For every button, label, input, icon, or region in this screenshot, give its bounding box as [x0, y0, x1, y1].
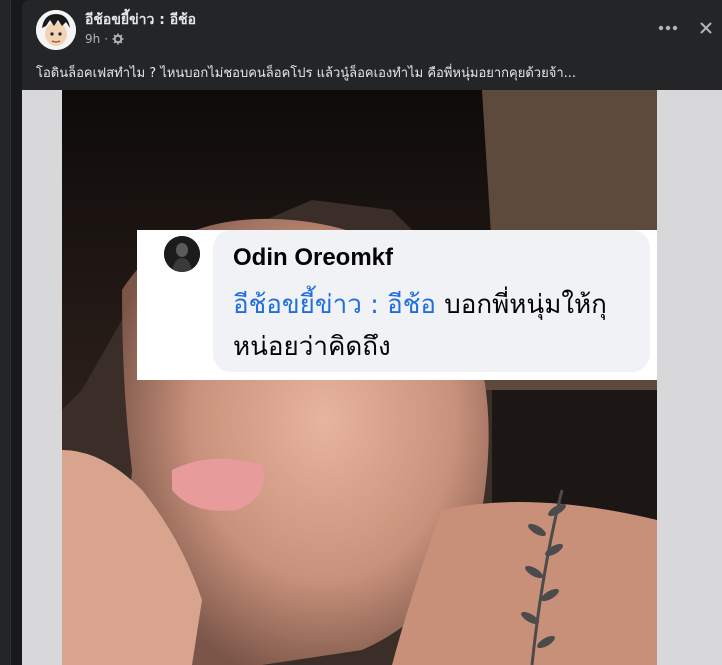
gear-icon[interactable] — [112, 33, 124, 45]
comment-text: อีช้อขยี้ข่าว : อีช้อ บอกพี่หนุ่มให้กุหน… — [233, 284, 638, 368]
commenter-avatar — [164, 236, 200, 272]
post-card: อีช้อขยี้ข่าว : อีช้อ 9h · โอดินล็อคเฟสท… — [22, 0, 722, 665]
more-options-button[interactable] — [652, 12, 684, 44]
comment-bubble: Odin Oreomkf อีช้อขยี้ข่าว : อีช้อ บอกพี… — [213, 230, 650, 372]
avatar-cartoon-icon — [36, 10, 76, 50]
page-avatar[interactable] — [36, 10, 76, 50]
close-icon — [700, 22, 712, 34]
comment-screenshot: Odin Oreomkf อีช้อขยี้ข่าว : อีช้อ บอกพี… — [137, 230, 657, 380]
post-time[interactable]: 9h — [85, 32, 100, 46]
post-media[interactable]: Odin Oreomkf อีช้อขยี้ข่าว : อีช้อ บอกพี… — [22, 90, 722, 665]
page-name[interactable]: อีช้อขยี้ข่าว : อีช้อ — [85, 9, 196, 31]
commenter-name: Odin Oreomkf — [233, 244, 394, 271]
post-meta: 9h · — [85, 31, 124, 47]
left-sidebar-edge — [0, 0, 11, 665]
post-caption: โอดินล็อคเฟสทำไม ? ไหนบอกไม่ชอบคนล็อคโปร… — [36, 66, 577, 81]
post-photo[interactable]: Odin Oreomkf อีช้อขยี้ข่าว : อีช้อ บอกพี… — [62, 90, 657, 665]
more-icon — [658, 25, 678, 31]
avatar-icon — [164, 236, 200, 272]
post-header: อีช้อขยี้ข่าว : อีช้อ 9h · — [22, 0, 722, 56]
meta-separator: · — [104, 32, 109, 46]
comment-mention: อีช้อขยี้ข่าว : อีช้อ — [233, 290, 437, 320]
close-button[interactable] — [690, 12, 722, 44]
